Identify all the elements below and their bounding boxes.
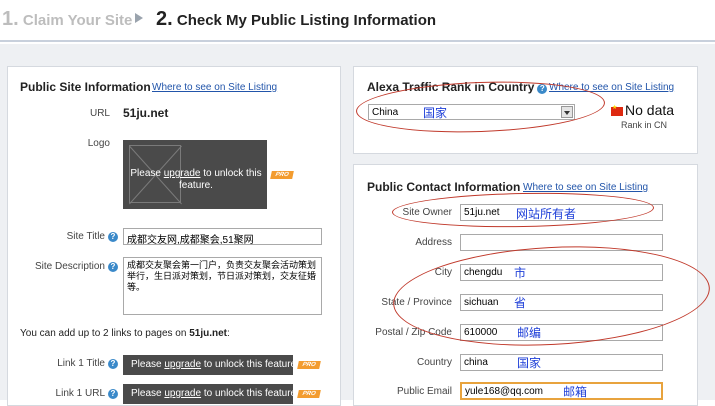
field-label-public-email: Public Email bbox=[396, 386, 452, 397]
upgrade-link[interactable]: upgrade bbox=[164, 359, 201, 370]
rank-value: No data bbox=[625, 102, 675, 118]
china-flag-icon bbox=[611, 104, 623, 116]
field-label-country: Country bbox=[416, 357, 452, 368]
url-label: URL bbox=[89, 108, 110, 119]
step-arrow-icon bbox=[135, 13, 143, 23]
site-title-input[interactable]: 成都交友网,成都聚会,51聚网 bbox=[123, 228, 322, 245]
field-label-address: Address bbox=[415, 237, 452, 248]
help-icon[interactable]: ? bbox=[108, 232, 118, 242]
links-note: You can add up to 2 links to pages on 51… bbox=[20, 328, 230, 339]
annotation-text: 邮箱 bbox=[563, 385, 588, 399]
step-number: 1. bbox=[2, 8, 19, 30]
pro-badge: PRO bbox=[270, 171, 294, 179]
step-claim-your-site[interactable]: 1. Claim Your Site bbox=[2, 8, 132, 31]
upgrade-message: Please upgrade to unlock this feature. bbox=[130, 168, 262, 191]
help-icon[interactable]: ? bbox=[108, 359, 118, 369]
pro-badge: PRO bbox=[297, 390, 321, 398]
upgrade-link[interactable]: upgrade bbox=[164, 388, 201, 399]
step-number: 2. bbox=[156, 8, 173, 30]
pro-badge: PRO bbox=[297, 361, 321, 369]
logo-label: Logo bbox=[87, 138, 110, 149]
country-input[interactable]: china bbox=[460, 354, 663, 371]
link1-title-locked: Please upgrade to unlock this feature. bbox=[123, 355, 299, 375]
upgrade-link[interactable]: upgrade bbox=[164, 168, 201, 179]
url-value: 51ju.net bbox=[123, 106, 169, 120]
link1-url-locked: Please upgrade to unlock this feature. bbox=[123, 384, 299, 404]
help-icon[interactable]: ? bbox=[108, 262, 118, 272]
site-description-label: Site Description? bbox=[20, 261, 118, 272]
site-title-label: Site Title? bbox=[30, 231, 118, 242]
help-icon[interactable]: ? bbox=[108, 389, 118, 399]
panel-title: Public Contact Information bbox=[367, 180, 521, 194]
link1-title-label: Link 1 Title? bbox=[30, 358, 118, 369]
public-email-input[interactable]: yule168@qq.com bbox=[460, 382, 663, 400]
logo-locked: Please upgrade to unlock this feature. bbox=[123, 140, 267, 209]
progress-steps: 1. Claim Your Site 2. Check My Public Li… bbox=[0, 0, 715, 42]
rank-label: Rank in CN bbox=[621, 120, 668, 130]
where-to-see-link[interactable]: Where to see on Site Listing bbox=[152, 82, 277, 93]
annotation-text: 国家 bbox=[517, 356, 542, 370]
step-label: Check My Public Listing Information bbox=[176, 12, 437, 29]
site-description-input[interactable]: 成都交友聚会第一门户，负责交友聚会活动策划举行，生日派对策划，节日派对策划，交友… bbox=[123, 257, 322, 315]
where-to-see-link[interactable]: Where to see on Site Listing bbox=[523, 182, 648, 193]
step-label: Claim Your Site bbox=[22, 12, 133, 29]
step-check-listing: 2. Check My Public Listing Information bbox=[156, 8, 436, 31]
panel-title: Public Site Information bbox=[20, 80, 151, 94]
link1-url-label: Link 1 URL? bbox=[30, 388, 118, 399]
